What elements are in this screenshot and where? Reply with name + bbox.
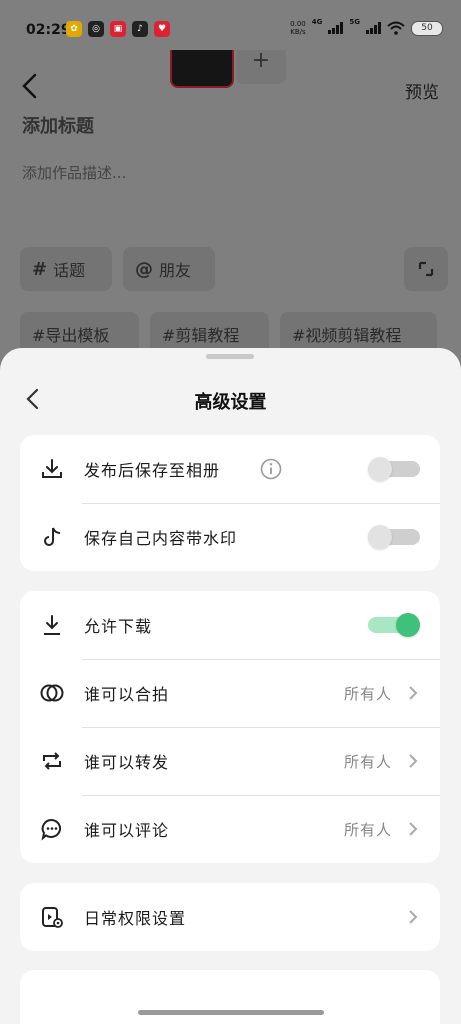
allow-download-label: 允许下载	[84, 617, 153, 636]
watermark-label: 保存自己内容带水印	[84, 529, 238, 548]
comment-row[interactable]: 谁可以评论 所有人	[20, 795, 440, 863]
permission-settings-icon	[42, 907, 63, 928]
daily-permissions-row[interactable]: 日常权限设置	[20, 883, 440, 951]
save-to-album-row[interactable]: 发布后保存至相册	[20, 435, 440, 503]
save-to-album-toggle[interactable]	[368, 457, 420, 481]
duet-row[interactable]: 谁可以合拍 所有人	[20, 659, 440, 727]
home-indicator[interactable]	[138, 1010, 324, 1015]
friend-chip[interactable]: @ 朋友	[123, 247, 215, 291]
comment-value: 所有人	[343, 820, 392, 839]
status-bar: 02:29 ✿ ◎ ▣ ♪ ♥ 0.00 KB/s 4G 5G 50	[0, 0, 461, 50]
topic-chip[interactable]: # 话题	[20, 247, 112, 291]
battery-icon: 50	[411, 20, 443, 36]
comment-icon	[41, 818, 61, 841]
status-app-icons: ✿ ◎ ▣ ♪ ♥	[66, 21, 170, 37]
allow-download-row[interactable]: 允许下载	[20, 591, 440, 659]
tiktok-icon	[44, 527, 61, 546]
topic-chip-label: 话题	[53, 261, 86, 280]
wifi-icon	[387, 21, 405, 35]
duet-label: 谁可以合拍	[84, 685, 170, 704]
tiktok-notification-icon: ♪	[132, 21, 148, 37]
status-indicators: 0.00 KB/s 4G 5G 50	[290, 18, 443, 36]
advanced-settings-sheet: 高级设置 发布后保存至相册 保存自己内容带水印 允许下载 谁可以合拍 所有人 谁…	[0, 348, 461, 1024]
back-arrow-icon[interactable]	[20, 72, 40, 100]
repost-value: 所有人	[343, 752, 392, 771]
hash-icon: #	[32, 258, 48, 280]
settings-group-save: 发布后保存至相册 保存自己内容带水印	[20, 435, 440, 571]
duet-value: 所有人	[343, 684, 392, 703]
network-type-1: 4G	[311, 18, 323, 26]
description-input[interactable]: 添加作品描述...	[22, 162, 126, 183]
save-to-album-label: 发布后保存至相册	[84, 461, 221, 480]
settings-group-next	[20, 970, 440, 1024]
chevron-right-icon	[409, 910, 418, 924]
add-media-button[interactable]: +	[236, 50, 286, 84]
settings-group-daily: 日常权限设置	[20, 883, 440, 951]
network-speed-value: 0.00	[290, 20, 306, 28]
watermark-row[interactable]: 保存自己内容带水印	[20, 503, 440, 571]
news-app-icon: ▣	[110, 21, 126, 37]
network-type-2: 5G	[349, 18, 360, 26]
download-icon	[42, 459, 62, 478]
repost-label: 谁可以转发	[84, 753, 170, 772]
preview-button[interactable]: 预览	[405, 78, 439, 103]
info-icon[interactable]	[260, 458, 282, 480]
repost-icon	[43, 752, 61, 770]
expand-icon	[418, 261, 434, 277]
network-speed-unit: KB/s	[290, 28, 306, 36]
expand-editor-button[interactable]	[404, 247, 448, 291]
gift-app-icon: ♥	[154, 21, 170, 37]
allow-download-toggle[interactable]	[368, 613, 420, 637]
duet-icon	[40, 684, 64, 702]
wechat-icon: ◎	[88, 21, 104, 37]
network-speed: 0.00 KB/s	[290, 20, 306, 36]
settings-group-permissions: 允许下载 谁可以合拍 所有人 谁可以转发 所有人 谁可以评论 所有人	[20, 591, 440, 863]
at-icon: @	[135, 258, 153, 280]
chevron-right-icon	[409, 754, 418, 768]
signal-icon	[328, 22, 344, 34]
title-input[interactable]: 添加标题	[22, 112, 94, 138]
comment-label: 谁可以评论	[84, 821, 170, 840]
friend-chip-label: 朋友	[159, 261, 192, 280]
repost-row[interactable]: 谁可以转发 所有人	[20, 727, 440, 795]
daily-permissions-label: 日常权限设置	[84, 909, 187, 928]
chevron-right-icon	[409, 822, 418, 836]
sheet-drag-handle[interactable]	[206, 354, 254, 359]
sheet-title: 高级设置	[194, 392, 267, 413]
download-icon	[44, 615, 60, 635]
status-time: 02:29	[26, 22, 71, 38]
watermark-toggle[interactable]	[368, 525, 420, 549]
app-notification-icon: ✿	[66, 21, 82, 37]
video-thumbnail[interactable]	[170, 50, 234, 88]
publish-page-background: + 预览 添加标题 添加作品描述... # 话题 @ 朋友 #导出模板 #剪辑教程 …	[0, 50, 461, 356]
chevron-right-icon	[409, 686, 418, 700]
signal-icon-2	[366, 22, 381, 34]
